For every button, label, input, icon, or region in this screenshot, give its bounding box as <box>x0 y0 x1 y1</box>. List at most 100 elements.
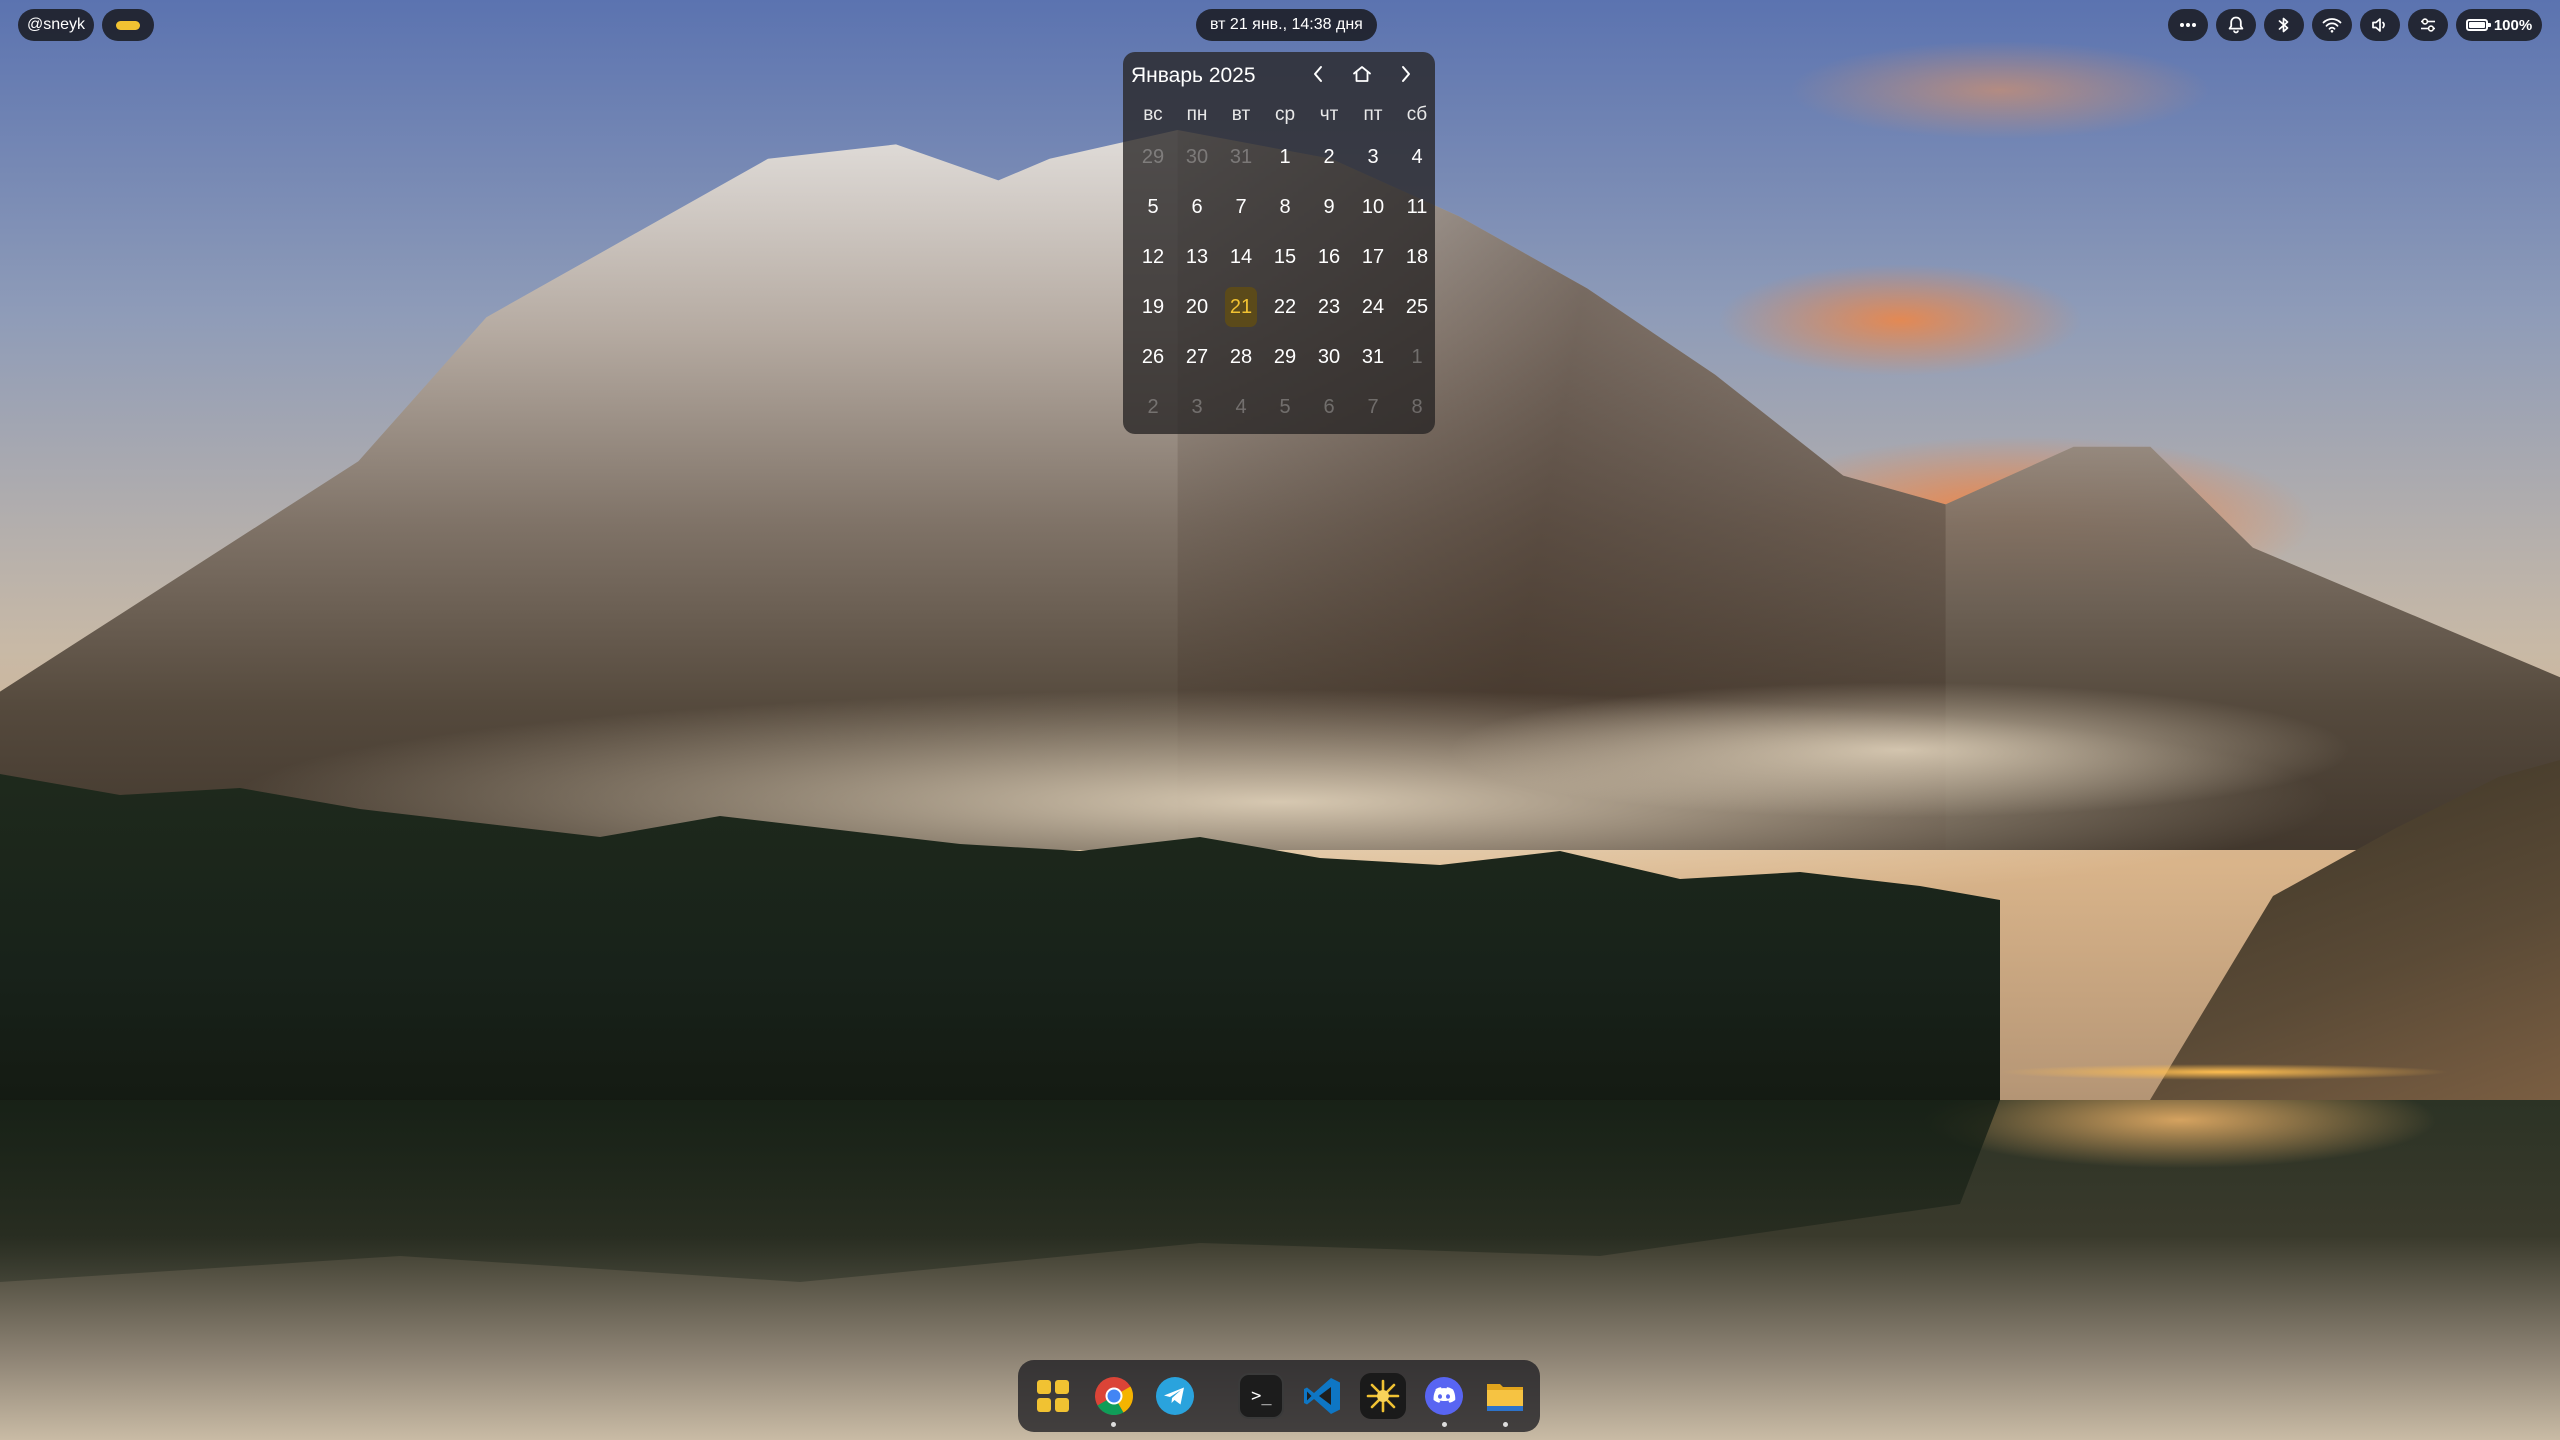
calendar-day-outside-month[interactable]: 4 <box>1225 387 1257 427</box>
calendar-day[interactable]: 12 <box>1137 237 1169 277</box>
dock-chrome[interactable] <box>1089 1368 1138 1427</box>
running-indicator <box>1111 1422 1117 1427</box>
calendar-weekday-header: сб <box>1406 104 1428 125</box>
folder-icon <box>1482 1373 1528 1419</box>
vscode-icon <box>1299 1373 1345 1419</box>
calendar-day-outside-month[interactable]: 1 <box>1401 337 1433 377</box>
calendar-today-button[interactable] <box>1345 61 1379 91</box>
calendar-month-title: Январь 2025 <box>1131 64 1256 87</box>
dock-files[interactable] <box>1481 1368 1530 1427</box>
calendar-day[interactable]: 31 <box>1357 337 1389 377</box>
running-indicator <box>1502 1422 1508 1427</box>
dock-app-launcher[interactable] <box>1028 1368 1077 1424</box>
user-button[interactable]: @sneyk <box>18 9 94 41</box>
calendar-day-outside-month[interactable]: 29 <box>1137 137 1169 177</box>
grid-icon <box>1030 1373 1076 1419</box>
calendar-day[interactable]: 18 <box>1401 237 1433 277</box>
calendar-navigation <box>1301 61 1423 91</box>
terminal-glyph: >_ <box>1251 1386 1272 1406</box>
calendar-day[interactable]: 1 <box>1269 137 1301 177</box>
calendar-day[interactable]: 5 <box>1137 187 1169 227</box>
notifications-button[interactable] <box>2216 9 2256 41</box>
calendar-day[interactable]: 10 <box>1357 187 1389 227</box>
telegram-icon <box>1152 1373 1198 1419</box>
calendar-day[interactable]: 9 <box>1313 187 1345 227</box>
more-horizontal-icon <box>2179 22 2197 28</box>
volume-button[interactable] <box>2360 9 2400 41</box>
speaker-icon <box>2371 17 2389 33</box>
chevron-right-icon <box>1400 65 1412 88</box>
calendar-day[interactable]: 24 <box>1357 287 1389 327</box>
dock-spark[interactable] <box>1359 1368 1408 1424</box>
calendar-day[interactable]: 2 <box>1313 137 1345 177</box>
bluetooth-button[interactable] <box>2264 9 2304 41</box>
calendar-day[interactable]: 8 <box>1269 187 1301 227</box>
calendar-day[interactable]: 7 <box>1225 187 1257 227</box>
calendar-day[interactable]: 17 <box>1357 237 1389 277</box>
bluetooth-icon <box>2278 16 2290 34</box>
home-icon <box>1352 65 1372 88</box>
calendar-header: Январь 2025 <box>1131 58 1427 94</box>
battery-icon <box>2465 19 2491 31</box>
calendar-day[interactable]: 22 <box>1269 287 1301 327</box>
calendar-day[interactable]: 11 <box>1401 187 1433 227</box>
bell-icon <box>2228 16 2244 34</box>
chrome-icon <box>1091 1373 1137 1419</box>
calendar-day[interactable]: 23 <box>1313 287 1345 327</box>
calendar-day[interactable]: 15 <box>1269 237 1301 277</box>
calendar-weekday-header: вс <box>1143 104 1163 125</box>
discord-icon <box>1421 1373 1467 1419</box>
running-indicator <box>1441 1422 1447 1427</box>
wifi-button[interactable] <box>2312 9 2352 41</box>
calendar-day[interactable]: 14 <box>1225 237 1257 277</box>
calendar-day[interactable]: 27 <box>1181 337 1213 377</box>
workspace-indicator[interactable] <box>102 9 154 41</box>
battery-button[interactable]: 100% <box>2456 9 2542 41</box>
calendar-day-outside-month[interactable]: 3 <box>1181 387 1213 427</box>
calendar-day[interactable]: 16 <box>1313 237 1345 277</box>
active-workspace-indicator <box>116 20 140 30</box>
clock-label: вт 21 янв., 14:38 дня <box>1210 16 1363 33</box>
calendar-day[interactable]: 25 <box>1401 287 1433 327</box>
calendar-day-outside-month[interactable]: 8 <box>1401 387 1433 427</box>
calendar-day-outside-month[interactable]: 6 <box>1313 387 1345 427</box>
clock-button[interactable]: вт 21 янв., 14:38 дня <box>1196 9 1377 41</box>
calendar-day[interactable]: 28 <box>1225 337 1257 377</box>
calendar-day[interactable]: 26 <box>1137 337 1169 377</box>
tray-overflow-button[interactable] <box>2168 9 2208 41</box>
calendar-day-outside-month[interactable]: 2 <box>1137 387 1169 427</box>
terminal-icon: >_ <box>1238 1373 1285 1419</box>
sparkle-icon <box>1360 1373 1407 1419</box>
battery-label: 100% <box>2493 16 2533 34</box>
calendar-day[interactable]: 30 <box>1313 337 1345 377</box>
calendar-day[interactable]: 13 <box>1181 237 1213 277</box>
calendar-day[interactable]: 19 <box>1137 287 1169 327</box>
dock-discord[interactable] <box>1420 1368 1469 1427</box>
calendar-day-outside-month[interactable]: 7 <box>1357 387 1389 427</box>
dock-terminal[interactable]: >_ <box>1237 1368 1286 1424</box>
calendar-day[interactable]: 29 <box>1269 337 1301 377</box>
calendar-day[interactable]: 6 <box>1181 187 1213 227</box>
dock-telegram[interactable] <box>1150 1368 1199 1424</box>
wallpaper-fog-right <box>1300 620 2500 880</box>
calendar-day-outside-month[interactable]: 5 <box>1269 387 1301 427</box>
calendar-day-outside-month[interactable]: 31 <box>1225 137 1257 177</box>
calendar-day-today[interactable]: 21 <box>1225 287 1257 327</box>
calendar-weekday-header: ср <box>1274 104 1296 125</box>
wifi-icon <box>2322 17 2342 33</box>
calendar-weekday-header: пт <box>1363 104 1383 125</box>
calendar-day[interactable]: 4 <box>1401 137 1433 177</box>
calendar-next-button[interactable] <box>1389 61 1423 91</box>
calendar-day[interactable]: 20 <box>1181 287 1213 327</box>
calendar-day-outside-month[interactable]: 30 <box>1181 137 1213 177</box>
calendar-weekday-header: пн <box>1186 104 1208 125</box>
chevron-left-icon <box>1312 65 1324 88</box>
quick-settings-button[interactable] <box>2408 9 2448 41</box>
calendar-day[interactable]: 3 <box>1357 137 1389 177</box>
calendar-grid: вс пн вт ср чт пт сб 29 30 31 1 2 3 4 5 6 7 8 9 10 11 12 13 14 1… <box>1131 98 1428 432</box>
wallpaper-sunlight <box>2000 1060 2560 1084</box>
dock: >_ <box>1018 1360 1540 1432</box>
calendar-prev-button[interactable] <box>1301 61 1335 91</box>
user-label: @sneyk <box>26 16 86 33</box>
dock-vscode[interactable] <box>1298 1368 1347 1424</box>
